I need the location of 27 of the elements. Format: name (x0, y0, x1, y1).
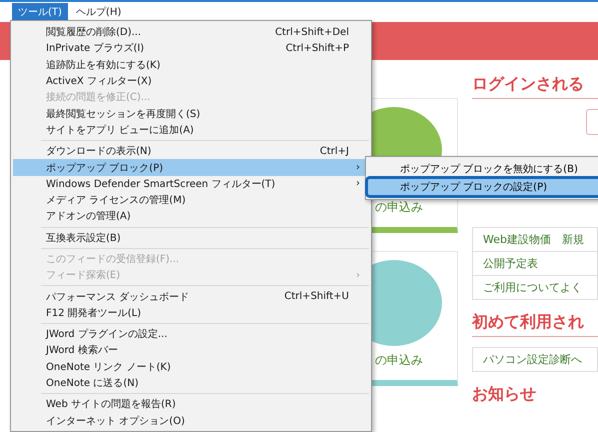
link-row[interactable]: ご利用についてよく (473, 276, 597, 299)
menu-item[interactable]: 互換表示設定(B) (13, 230, 369, 246)
menu-bar-item[interactable]: ヘルプ(H) (70, 3, 128, 21)
menu-item[interactable]: サイトをアプリ ビューに追加(A) (13, 122, 369, 138)
link-row[interactable]: 公開予定表 (473, 252, 597, 276)
menu-item[interactable]: インターネット オプション(O) (13, 412, 369, 429)
link-row[interactable]: Web建設物価 新規 (473, 228, 597, 252)
small-button[interactable] (586, 109, 598, 135)
menu-item[interactable]: ActiveX フィルター(X) (13, 72, 369, 90)
menu-item[interactable]: アドオンの管理(A) (13, 208, 369, 225)
card-caption: の申込み (374, 199, 423, 216)
section-heading: ログインされる (472, 74, 598, 99)
section-heading: お知らせ (472, 384, 537, 405)
menu-item[interactable]: 閲覧履歴の削除(D)... Ctrl+Shift+Del (13, 24, 369, 40)
menu-item[interactable]: Windows Defender SmartScreen フィルター(T) › (13, 176, 369, 192)
menu-item[interactable]: Web サイトの問題を報告(R) (13, 396, 369, 413)
menu-item[interactable]: ポップアップ ブロックを無効にする(B) (368, 161, 598, 177)
menu-bar-item[interactable]: ツール(T) (12, 3, 68, 21)
menu-item[interactable]: ダウンロードの表示(N) Ctrl+J (13, 143, 369, 160)
menu-item[interactable]: InPrivate ブラウズ(I) Ctrl+Shift+P (13, 40, 369, 57)
menu-item[interactable]: ポップアップ ブロックの設定(P) (368, 179, 598, 195)
menu-item[interactable]: 追跡防止を有効にする(K) (13, 56, 369, 73)
link-row[interactable]: パソコン設定診断へ (473, 348, 597, 371)
menu-item[interactable]: メディア ライセンスの管理(M) (13, 192, 369, 208)
section-heading: 初めて利用され (472, 312, 598, 337)
menu-item[interactable]: 最終閲覧セッションを再度開く(S) (13, 105, 369, 122)
card-caption: の申込み (374, 352, 423, 369)
